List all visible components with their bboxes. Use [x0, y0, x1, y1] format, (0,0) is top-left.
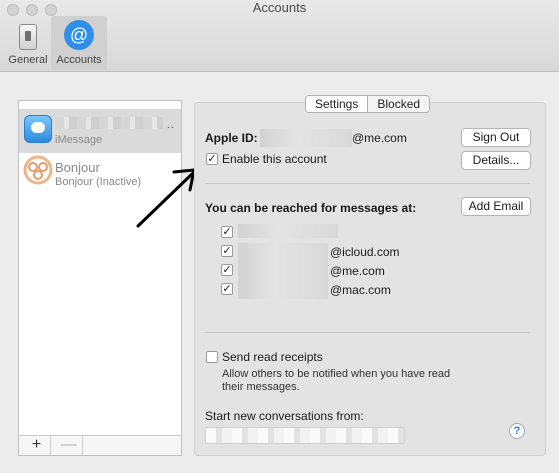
address-checkbox[interactable]: ✓ — [221, 226, 233, 238]
address-checkbox[interactable]: ✓ — [221, 283, 233, 295]
divider — [205, 183, 530, 184]
toolbar-accounts[interactable]: @ Accounts — [51, 16, 107, 70]
toolbar-general-label: General — [8, 54, 48, 66]
settings-blocked-tabs: Settings Blocked — [305, 95, 431, 113]
bonjour-icon — [23, 155, 53, 185]
start-conversations-select[interactable] — [205, 427, 405, 444]
remove-account-button[interactable]: — — [55, 436, 83, 455]
address-icloud: @icloud.com — [330, 245, 400, 259]
at-sign-icon: @ — [64, 20, 94, 50]
address-checkbox[interactable]: ✓ — [221, 245, 233, 257]
divider — [205, 332, 530, 333]
account-subtitle: Bonjour (Inactive) — [55, 176, 142, 188]
address-checkbox[interactable]: ✓ — [221, 264, 233, 276]
account-name: Bonjour — [55, 160, 100, 175]
read-receipts-checkbox[interactable] — [206, 351, 218, 363]
toolbar-accounts-label: Accounts — [56, 54, 102, 66]
apple-id-domain: @me.com — [352, 131, 407, 145]
window-title: Accounts — [252, 0, 307, 15]
add-email-button[interactable]: Add Email — [461, 197, 531, 216]
address-mac: @mac.com — [330, 283, 391, 297]
enable-account-label: Enable this account — [222, 152, 327, 166]
start-conversations-label: Start new conversations from: — [205, 409, 364, 423]
add-account-button[interactable]: + — [23, 436, 51, 455]
apple-id-label: Apple ID: — [205, 131, 258, 145]
details-button[interactable]: Details... — [461, 151, 531, 170]
address-redacted — [238, 243, 328, 299]
help-icon[interactable]: ? — [509, 423, 525, 439]
accounts-list: .. iMessage Bonjour Bonjour (Inactive) +… — [18, 100, 182, 456]
list-footer: + — — [19, 435, 181, 455]
enable-account-checkbox[interactable]: ✓ — [206, 153, 218, 165]
general-icon — [19, 24, 37, 50]
apple-id-redacted — [260, 129, 352, 147]
tab-settings[interactable]: Settings — [306, 96, 369, 112]
toolbar-general[interactable]: General — [0, 16, 56, 70]
account-subtitle: iMessage — [55, 134, 103, 146]
tab-blocked[interactable]: Blocked — [368, 96, 430, 112]
reached-heading: You can be reached for messages at: — [205, 201, 417, 215]
account-name — [55, 117, 163, 129]
title-bar: Accounts General @ Accounts — [0, 0, 559, 72]
imessage-icon — [24, 115, 52, 143]
read-receipts-label: Send read receipts — [222, 350, 323, 364]
account-row-imessage[interactable]: .. iMessage — [19, 109, 181, 153]
sign-out-button[interactable]: Sign Out — [461, 128, 531, 147]
read-receipts-description-cont: their messages. — [222, 381, 300, 393]
address-me: @me.com — [330, 264, 385, 278]
address-redacted — [238, 224, 338, 238]
account-menu-indicator: .. — [166, 119, 175, 131]
annotation-arrow — [136, 168, 196, 228]
read-receipts-description: Allow others to be notified when you hav… — [222, 368, 451, 380]
